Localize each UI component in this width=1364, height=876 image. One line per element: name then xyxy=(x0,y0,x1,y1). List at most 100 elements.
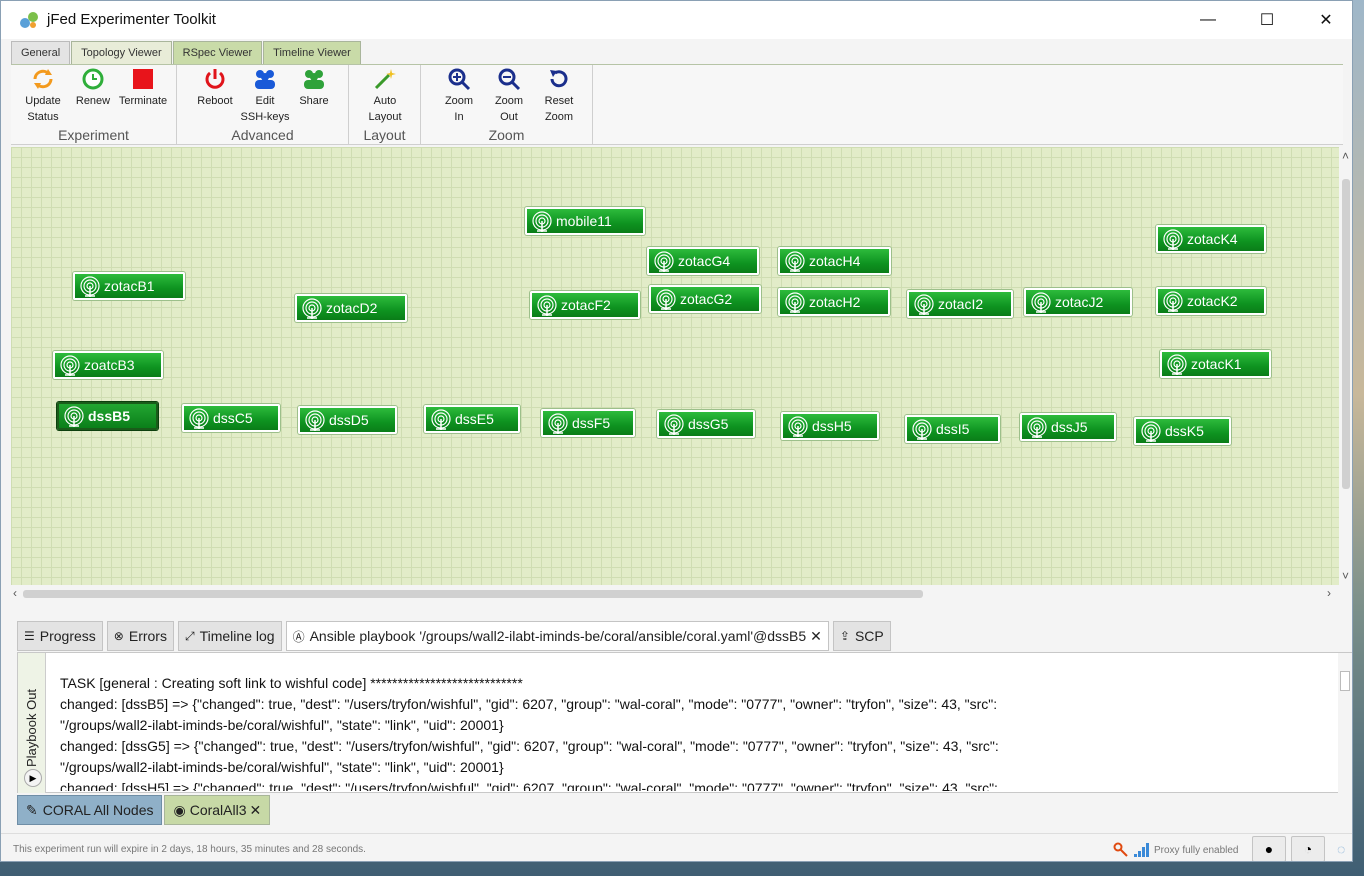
terminate-label: Terminate xyxy=(118,95,168,107)
share-button[interactable]: Share xyxy=(289,67,339,109)
canvas-horizontal-scrollbar[interactable]: ‹ › xyxy=(11,586,1339,602)
topology-node[interactable]: zotacB1 xyxy=(73,272,185,300)
node-label: zotacB1 xyxy=(104,278,155,294)
tab-close-icon[interactable]: ✕ xyxy=(250,802,262,819)
tab-coralall3[interactable]: ◉ CoralAll3 ✕ xyxy=(164,795,271,825)
topology-node[interactable]: zotacK4 xyxy=(1156,225,1266,253)
topology-node[interactable]: zotacD2 xyxy=(295,294,407,322)
topology-node[interactable]: mobile11 xyxy=(525,207,645,235)
users-icon xyxy=(255,70,275,89)
tab-topology-viewer[interactable]: Topology Viewer xyxy=(71,41,172,64)
tab-errors[interactable]: ⊗ Errors xyxy=(106,621,174,651)
topology-node[interactable]: dssG5 xyxy=(657,410,755,438)
wireless-node-icon xyxy=(305,410,325,431)
node-label: zotacH2 xyxy=(809,294,861,310)
reboot-label: Reboot xyxy=(197,95,233,107)
topology-node[interactable]: dssD5 xyxy=(298,406,397,434)
tab-scp[interactable]: ⇪ SCP xyxy=(832,621,891,651)
renew-button[interactable]: Renew xyxy=(68,67,118,109)
canvas-vertical-scrollbar[interactable]: ˄ ˅ xyxy=(1339,147,1352,585)
magic-wand-icon xyxy=(374,69,396,90)
node-label: dssI5 xyxy=(936,421,970,437)
zoom-out-button[interactable]: Zoom Out xyxy=(484,67,534,125)
node-label: zotacJ2 xyxy=(1055,294,1104,310)
ribbon-toolbar: Update Status Renew Terminate Experiment… xyxy=(11,64,1343,145)
update-status-button[interactable]: Update Status xyxy=(18,67,68,125)
wireless-node-icon xyxy=(788,416,808,437)
node-label: zoatcB3 xyxy=(84,357,135,373)
zoom-out-label: Zoom Out xyxy=(494,95,524,123)
main-tab-bar: General Topology Viewer RSpec Viewer Tim… xyxy=(11,41,362,64)
topology-node[interactable]: zotacH4 xyxy=(778,247,891,275)
error-circle-icon: ⊗ xyxy=(113,629,124,643)
topology-node[interactable]: dssF5 xyxy=(541,409,635,437)
tab-progress[interactable]: ☰ Progress xyxy=(17,621,103,651)
stop-icon xyxy=(133,69,153,89)
ribbon-group-zoom: Zoom In Zoom Out Reset Zoom Zoom xyxy=(421,65,593,145)
topology-node[interactable]: dssK5 xyxy=(1134,417,1231,445)
tab-general[interactable]: General xyxy=(11,41,71,64)
topology-node[interactable]: zotacG2 xyxy=(649,285,761,313)
loading-spinner-icon: ◌ xyxy=(1337,841,1346,857)
expand-arrow-icon[interactable]: ▶ xyxy=(24,769,42,787)
node-label: dssJ5 xyxy=(1051,419,1088,435)
node-label: zotacG4 xyxy=(678,253,731,269)
dashboard-button[interactable]: ◔ xyxy=(1291,836,1325,861)
tab-ansible-playbook[interactable]: Ⓐ Ansible playbook '/groups/wall2-ilabt-i… xyxy=(285,621,829,651)
log-line: changed: [dssB5] => {"changed": true, "d… xyxy=(60,696,998,712)
log-vertical-scrollbar[interactable] xyxy=(1338,653,1352,793)
side-tab-playbook-out[interactable]: Playbook Out ▶ xyxy=(18,653,46,793)
wireless-node-icon xyxy=(302,298,322,319)
scroll-right-arrow-icon[interactable]: › xyxy=(1327,586,1331,600)
power-icon xyxy=(205,69,225,89)
tab-coral-all-nodes[interactable]: ✎ CORAL All Nodes xyxy=(17,795,163,825)
node-label: dssK5 xyxy=(1165,423,1204,439)
node-label: zotacD2 xyxy=(326,300,378,316)
topology-canvas[interactable]: mobile11 zotacK4 zotacG4 zotacH4 zotacB1 zota… xyxy=(11,147,1339,585)
maximize-button[interactable]: ☐ xyxy=(1238,1,1296,39)
tab-close-icon[interactable]: ✕ xyxy=(810,628,822,645)
node-label: dssG5 xyxy=(688,416,729,432)
tab-scp-label: SCP xyxy=(854,628,884,644)
topology-node[interactable]: zotacK1 xyxy=(1160,350,1271,378)
topology-node[interactable]: zoatcB3 xyxy=(53,351,163,379)
globe-button[interactable]: ● xyxy=(1252,836,1286,861)
log-scroll-thumb[interactable] xyxy=(1340,671,1350,691)
tab-timeline-log[interactable]: ⤢ Timeline log xyxy=(177,621,282,651)
zoom-in-icon xyxy=(448,68,471,91)
app-window: jFed Experimenter Toolkit — ☐ ✕ General … xyxy=(0,0,1353,862)
topology-node[interactable]: dssJ5 xyxy=(1020,413,1116,441)
scroll-up-arrow-icon[interactable]: ˄ xyxy=(1342,149,1349,163)
topology-node[interactable]: zotacH2 xyxy=(778,288,890,316)
reboot-button[interactable]: Reboot xyxy=(190,67,240,109)
group-title-experiment: Experiment xyxy=(58,127,129,143)
canvas-vertical-scroll-thumb[interactable] xyxy=(1342,179,1350,489)
topology-node[interactable]: dssB5 xyxy=(57,402,158,430)
topology-node[interactable]: zotacF2 xyxy=(530,291,640,319)
scroll-down-arrow-icon[interactable]: ˅ xyxy=(1342,569,1349,583)
auto-layout-button[interactable]: Auto Layout xyxy=(360,67,410,125)
tab-rspec-viewer[interactable]: RSpec Viewer xyxy=(172,41,263,64)
topology-node[interactable]: zotacG4 xyxy=(647,247,759,275)
topology-node[interactable]: zotacK2 xyxy=(1156,287,1266,315)
canvas-horizontal-scroll-thumb[interactable] xyxy=(23,590,923,598)
topology-node[interactable]: dssI5 xyxy=(905,415,1000,443)
minimize-button[interactable]: — xyxy=(1179,1,1237,39)
zoom-in-button[interactable]: Zoom In xyxy=(434,67,484,125)
reset-zoom-button[interactable]: Reset Zoom xyxy=(534,67,584,125)
wireless-node-icon xyxy=(654,251,674,272)
proxy-status: Proxy fully enabled xyxy=(1154,845,1239,856)
topology-node[interactable]: zotacJ2 xyxy=(1024,288,1132,316)
edit-ssh-keys-button[interactable]: Edit SSH-keys xyxy=(240,67,290,125)
log-line: changed: [dssH5] => {"changed": true, "d… xyxy=(60,780,998,791)
topology-node[interactable]: zotacI2 xyxy=(907,290,1013,318)
close-button[interactable]: ✕ xyxy=(1297,1,1352,39)
topology-node[interactable]: dssH5 xyxy=(781,412,879,440)
topology-node[interactable]: dssC5 xyxy=(182,404,280,432)
scroll-left-arrow-icon[interactable]: ‹ xyxy=(13,586,17,600)
terminate-button[interactable]: Terminate xyxy=(118,67,168,109)
tab-timeline-viewer[interactable]: Timeline Viewer xyxy=(263,41,361,64)
jfed-logo-icon xyxy=(20,12,38,28)
topology-node[interactable]: dssE5 xyxy=(424,405,520,433)
clock-icon xyxy=(82,68,104,90)
